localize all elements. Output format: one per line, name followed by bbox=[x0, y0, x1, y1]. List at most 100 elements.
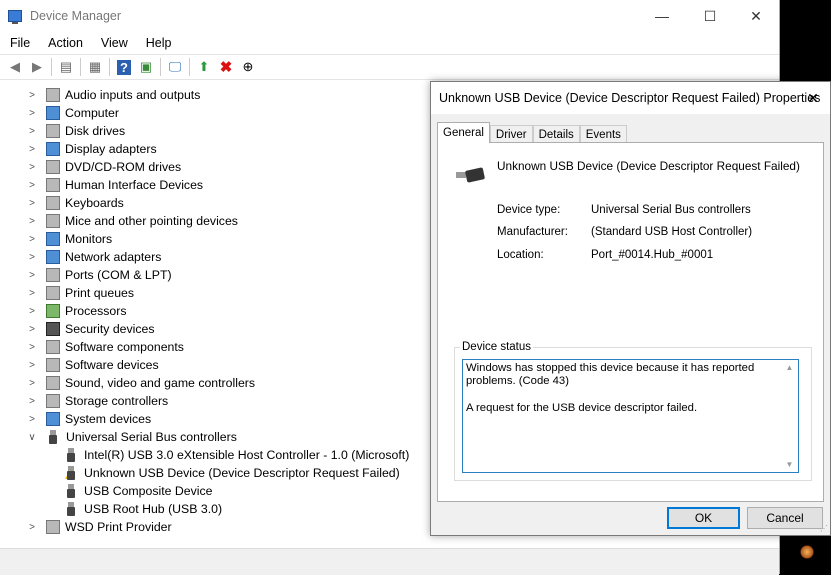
tree-category[interactable]: > Disk drives bbox=[26, 122, 125, 140]
tree-category[interactable]: > Network adapters bbox=[26, 248, 161, 266]
tree-category[interactable]: > Print queues bbox=[26, 284, 134, 302]
expand-chevron-icon[interactable]: > bbox=[26, 288, 38, 299]
tree-category-usb[interactable]: ∨ Universal Serial Bus controllers bbox=[26, 428, 237, 446]
security-icon bbox=[46, 322, 60, 336]
tree-device[interactable]: Intel(R) USB 3.0 eXtensible Host Control… bbox=[64, 446, 409, 464]
expand-chevron-icon[interactable]: > bbox=[26, 216, 38, 227]
expand-chevron-icon[interactable]: > bbox=[26, 360, 38, 371]
disable-device-icon[interactable]: ⊕ bbox=[237, 56, 259, 78]
expand-chevron-icon[interactable]: > bbox=[26, 414, 38, 425]
tree-category[interactable]: > Display adapters bbox=[26, 140, 157, 158]
device-manager-icon bbox=[8, 10, 22, 24]
scan-hardware-icon[interactable]: 🖵 bbox=[164, 56, 186, 78]
expand-chevron-icon[interactable]: > bbox=[26, 234, 38, 245]
tree-category[interactable]: > Ports (COM & LPT) bbox=[26, 266, 172, 284]
tree-category[interactable]: > Software devices bbox=[26, 356, 159, 374]
scroll-down-icon[interactable]: ▼ bbox=[782, 458, 797, 471]
toolbar: ◀ ▶ ▤ ▦ ? ▣ 🖵 ⬆ ✖ ⊕ bbox=[0, 54, 779, 80]
tree-category[interactable]: > Computer bbox=[26, 104, 119, 122]
tab-events[interactable]: Events bbox=[579, 125, 627, 143]
expand-chevron-icon[interactable]: > bbox=[26, 198, 38, 209]
printer-icon bbox=[46, 286, 60, 300]
general-tab-panel: Unknown USB Device (Device Descriptor Re… bbox=[437, 142, 824, 502]
tree-category[interactable]: > System devices bbox=[26, 410, 151, 428]
tab-strip: General Driver Details Events bbox=[437, 122, 627, 143]
tree-category[interactable]: > Human Interface Devices bbox=[26, 176, 203, 194]
horizontal-scrollbar[interactable] bbox=[0, 548, 779, 575]
mouse-icon bbox=[46, 214, 60, 228]
expand-chevron-icon[interactable]: > bbox=[26, 162, 38, 173]
resize-grip-icon[interactable]: ⋰ bbox=[820, 524, 828, 533]
show-hide-console-tree-icon[interactable]: ▤ bbox=[55, 56, 77, 78]
tree-category[interactable]: > Keyboards bbox=[26, 194, 124, 212]
tab-driver[interactable]: Driver bbox=[489, 125, 533, 143]
expand-chevron-icon[interactable]: > bbox=[26, 180, 38, 191]
tree-category[interactable]: > DVD/CD-ROM drives bbox=[26, 158, 181, 176]
tree-item-label: Security devices bbox=[65, 322, 155, 336]
computer-icon bbox=[46, 106, 60, 120]
menu-view[interactable]: View bbox=[93, 36, 136, 50]
expand-chevron-icon[interactable]: > bbox=[26, 324, 38, 335]
collapse-chevron-icon[interactable]: ∨ bbox=[26, 432, 38, 443]
print-provider-icon bbox=[46, 520, 60, 534]
tree-category[interactable]: > WSD Print Provider bbox=[26, 518, 172, 536]
expand-chevron-icon[interactable]: > bbox=[26, 522, 38, 533]
usb-icon bbox=[67, 502, 75, 516]
tree-category[interactable]: > Software components bbox=[26, 338, 184, 356]
uninstall-icon[interactable]: ✖ bbox=[215, 56, 237, 78]
tree-item-label: Unknown USB Device (Device Descriptor Re… bbox=[84, 466, 400, 480]
close-button[interactable]: ✕ bbox=[733, 0, 779, 32]
menu-help[interactable]: Help bbox=[138, 36, 180, 50]
tree-device[interactable]: USB Composite Device bbox=[64, 482, 212, 500]
minimize-button[interactable]: — bbox=[639, 0, 685, 32]
update-driver-icon[interactable]: ⬆ bbox=[193, 56, 215, 78]
tree-item-label: Network adapters bbox=[65, 250, 162, 264]
menu-action[interactable]: Action bbox=[40, 36, 91, 50]
tree-device[interactable]: Unknown USB Device (Device Descriptor Re… bbox=[64, 464, 400, 482]
usb-icon bbox=[49, 430, 57, 444]
dialog-title: Unknown USB Device (Device Descriptor Re… bbox=[439, 91, 821, 105]
status-scrollbar[interactable]: ▲ ▼ bbox=[782, 361, 797, 471]
tree-category[interactable]: > Monitors bbox=[26, 230, 112, 248]
tree-category[interactable]: > Security devices bbox=[26, 320, 155, 338]
scroll-up-icon[interactable]: ▲ bbox=[782, 361, 797, 374]
tab-details[interactable]: Details bbox=[532, 125, 580, 143]
device-status-textbox[interactable]: Windows has stopped this device because … bbox=[462, 359, 799, 473]
tree-category[interactable]: > Audio inputs and outputs bbox=[26, 86, 200, 104]
help-icon[interactable]: ? bbox=[113, 56, 135, 78]
expand-chevron-icon[interactable]: > bbox=[26, 126, 38, 137]
tree-device[interactable]: USB Root Hub (USB 3.0) bbox=[64, 500, 222, 518]
tree-category[interactable]: > Processors bbox=[26, 302, 127, 320]
expand-chevron-icon[interactable]: > bbox=[26, 270, 38, 281]
expand-chevron-icon[interactable]: > bbox=[26, 378, 38, 389]
properties-icon[interactable]: ▦ bbox=[84, 56, 106, 78]
menu-file[interactable]: File bbox=[2, 36, 38, 50]
device-status-legend: Device status bbox=[460, 341, 534, 353]
toolbar-separator bbox=[109, 58, 110, 76]
dialog-close-button[interactable]: ✕ bbox=[796, 82, 830, 114]
tree-item-label: Display adapters bbox=[65, 142, 157, 156]
usb-icon bbox=[65, 466, 75, 480]
back-arrow-icon[interactable]: ◀ bbox=[4, 56, 26, 78]
window-title: Device Manager bbox=[30, 9, 122, 23]
tree-category[interactable]: > Storage controllers bbox=[26, 392, 168, 410]
system-device-icon bbox=[46, 412, 60, 426]
maximize-button[interactable]: ☐ bbox=[687, 0, 733, 32]
ok-button[interactable]: OK bbox=[667, 507, 740, 529]
expand-chevron-icon[interactable]: > bbox=[26, 306, 38, 317]
expand-chevron-icon[interactable]: > bbox=[26, 108, 38, 119]
expand-chevron-icon[interactable]: > bbox=[26, 144, 38, 155]
tree-category[interactable]: > Sound, video and game controllers bbox=[26, 374, 255, 392]
tab-general[interactable]: General bbox=[437, 122, 490, 143]
expand-chevron-icon[interactable]: > bbox=[26, 342, 38, 353]
tree-item-label: Ports (COM & LPT) bbox=[65, 268, 172, 282]
tree-category[interactable]: > Mice and other pointing devices bbox=[26, 212, 238, 230]
expand-chevron-icon[interactable]: > bbox=[26, 396, 38, 407]
desktop-light-spot bbox=[800, 545, 814, 559]
cancel-button[interactable]: Cancel bbox=[747, 507, 823, 529]
action-pane-icon[interactable]: ▣ bbox=[135, 56, 157, 78]
forward-arrow-icon[interactable]: ▶ bbox=[26, 56, 48, 78]
tree-item-label: WSD Print Provider bbox=[65, 520, 172, 534]
expand-chevron-icon[interactable]: > bbox=[26, 252, 38, 263]
expand-chevron-icon[interactable]: > bbox=[26, 90, 38, 101]
